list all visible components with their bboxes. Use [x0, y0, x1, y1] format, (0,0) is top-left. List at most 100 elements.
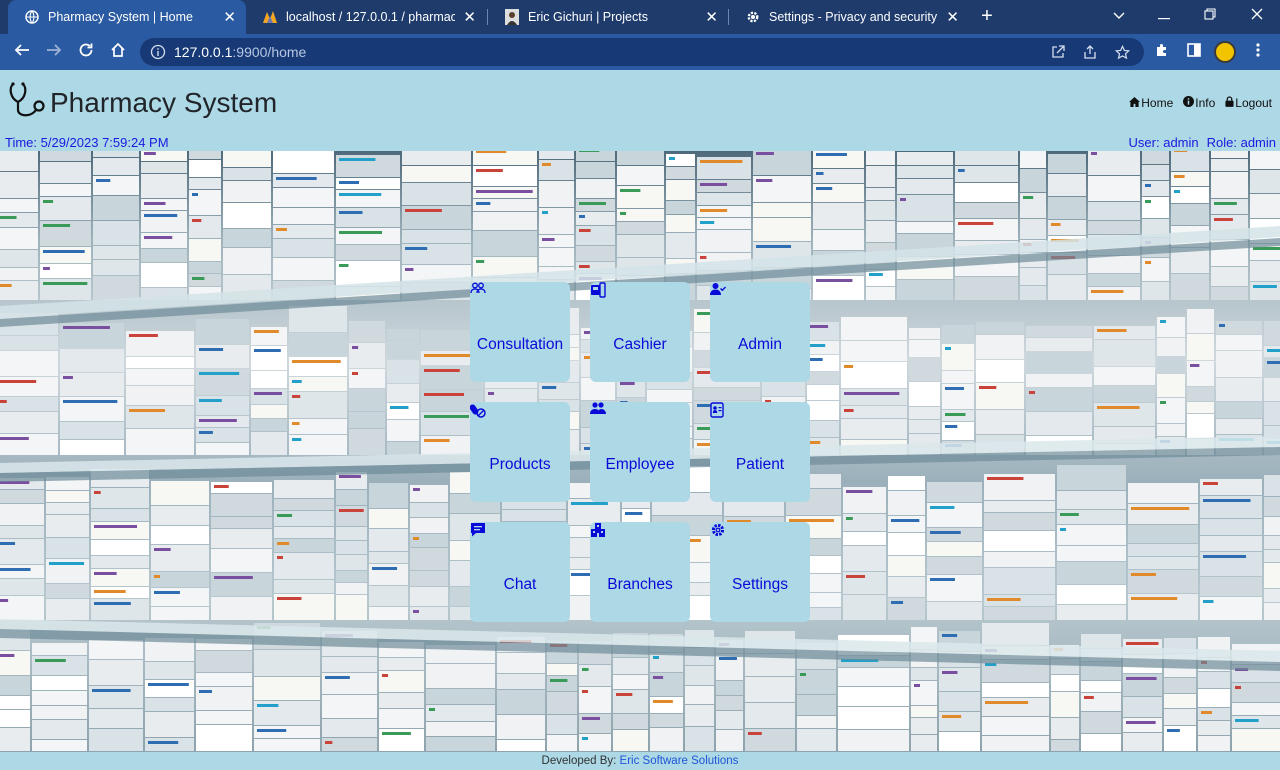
tile-patient[interactable]: Patient [710, 402, 810, 502]
medicine-box [1081, 634, 1121, 648]
box-label-stripe [669, 157, 675, 160]
box-label-stripe [1097, 329, 1127, 332]
medicine-box [0, 268, 38, 280]
nav-info-label: Info [1195, 96, 1216, 110]
box-label-stripe [930, 578, 955, 581]
tab-close-button[interactable]: ✕ [223, 8, 236, 26]
medicine-box [410, 548, 448, 570]
box-label-stripe [1145, 200, 1151, 203]
extensions-button[interactable] [1150, 40, 1174, 64]
tile-consultation[interactable]: Consultation [470, 282, 570, 382]
browser-menu-button[interactable] [1246, 40, 1270, 64]
tile-label: Patient [735, 456, 785, 473]
tile-settings[interactable]: Settings [710, 522, 810, 622]
tab-phpmyadmin[interactable]: localhost / 127.0.0.1 / pharmacy_ ✕ [246, 0, 486, 34]
medicine-box [93, 221, 139, 245]
tab-search-button[interactable] [1096, 0, 1142, 30]
medicine-box [1198, 736, 1230, 751]
site-info-icon[interactable] [150, 44, 166, 60]
medicine-box [1094, 340, 1155, 366]
tile-label: Cashier [613, 336, 667, 353]
footer-developer-link[interactable]: Eric Software Solutions [620, 755, 739, 767]
medicine-box [497, 674, 545, 689]
medicine-box [223, 151, 271, 167]
home-button[interactable] [106, 40, 130, 64]
medicine-box [1264, 536, 1280, 549]
medicine-box [89, 660, 143, 685]
tab-close-button[interactable]: ✕ [705, 8, 718, 26]
medicine-box [617, 222, 664, 234]
open-external-icon[interactable] [1050, 44, 1066, 60]
medicine-box [984, 607, 1055, 620]
medicine-box [60, 349, 124, 372]
medicine-box [273, 258, 334, 280]
share-icon[interactable] [1082, 44, 1098, 60]
medicine-box [984, 501, 1055, 512]
medicine-box [274, 539, 334, 552]
tile-chat[interactable]: Chat [470, 522, 570, 622]
medicine-box [426, 722, 495, 736]
medicine-box [1157, 374, 1185, 397]
address-bar[interactable]: 127.0.0.1:9900/home [140, 38, 1144, 66]
tile-cashier[interactable]: Cashier [590, 282, 690, 382]
tab-projects[interactable]: Eric Gichuri | Projects ✕ [488, 0, 728, 34]
medicine-box [473, 212, 537, 230]
box-label-stripe [192, 219, 202, 222]
tab-pharmacy-home[interactable]: Pharmacy System | Home ✕ [8, 0, 246, 34]
medicine-box [1250, 151, 1280, 169]
box-label-stripe [43, 267, 50, 270]
medicine-box [1264, 550, 1280, 562]
medicine-box [1088, 256, 1140, 273]
medicine-box [716, 711, 743, 729]
medicine-box [753, 203, 811, 217]
box-label-stripe [1051, 223, 1061, 226]
close-window-button[interactable] [1234, 0, 1280, 30]
medicine-box [984, 568, 1055, 594]
nav-logout[interactable]: Logout [1225, 96, 1272, 110]
tile-branches[interactable]: Branches [590, 522, 690, 622]
medicine-box [151, 607, 209, 620]
medicine-box [151, 588, 209, 606]
tile-products[interactable]: Products [470, 402, 570, 502]
medicine-box [976, 335, 1024, 359]
forward-button[interactable] [42, 40, 66, 64]
medicine-box [387, 403, 419, 419]
box-label-stripe [1131, 573, 1156, 576]
medicine-box [576, 226, 615, 245]
side-panel-button[interactable] [1182, 40, 1206, 64]
box-label-stripe [1219, 324, 1225, 327]
box-label-stripe [144, 236, 173, 239]
box-label-stripe [816, 279, 853, 282]
reload-button[interactable] [74, 40, 98, 64]
tile-employee[interactable]: Employee [590, 402, 690, 502]
box-label-stripe [339, 475, 361, 478]
tab-close-button[interactable]: ✕ [946, 8, 959, 26]
tab-close-button[interactable]: ✕ [463, 8, 476, 26]
medicine-box [369, 483, 408, 508]
box-label-stripe [700, 183, 728, 186]
medicine-box [813, 203, 864, 229]
medicine-box [650, 653, 683, 672]
tab-settings[interactable]: Settings - Privacy and security ✕ [729, 0, 969, 34]
medicine-box [93, 151, 139, 157]
medicine-box [126, 386, 194, 405]
app-header: Pharmacy System Home Info Logout Time: 5… [0, 70, 1280, 151]
medicine-box [336, 190, 400, 207]
box-label-stripe [582, 737, 588, 740]
back-button[interactable] [10, 40, 34, 64]
tab-title: Eric Gichuri | Projects [528, 10, 648, 24]
medicine-box [0, 676, 30, 695]
medicine-box [273, 188, 334, 207]
medicine-box [576, 151, 615, 161]
nav-info[interactable]: Info [1183, 96, 1215, 110]
restore-button[interactable] [1187, 0, 1233, 30]
profile-avatar[interactable] [1214, 41, 1236, 63]
tile-admin[interactable]: Admin [710, 282, 810, 382]
medicine-box [982, 736, 1049, 751]
box-label-stripe [846, 575, 866, 578]
new-tab-button[interactable]: + [976, 4, 998, 28]
nav-home[interactable]: Home [1129, 96, 1173, 110]
minimize-button[interactable] [1141, 0, 1187, 30]
brand[interactable]: Pharmacy System [8, 80, 277, 125]
bookmark-star-icon[interactable] [1114, 44, 1130, 60]
